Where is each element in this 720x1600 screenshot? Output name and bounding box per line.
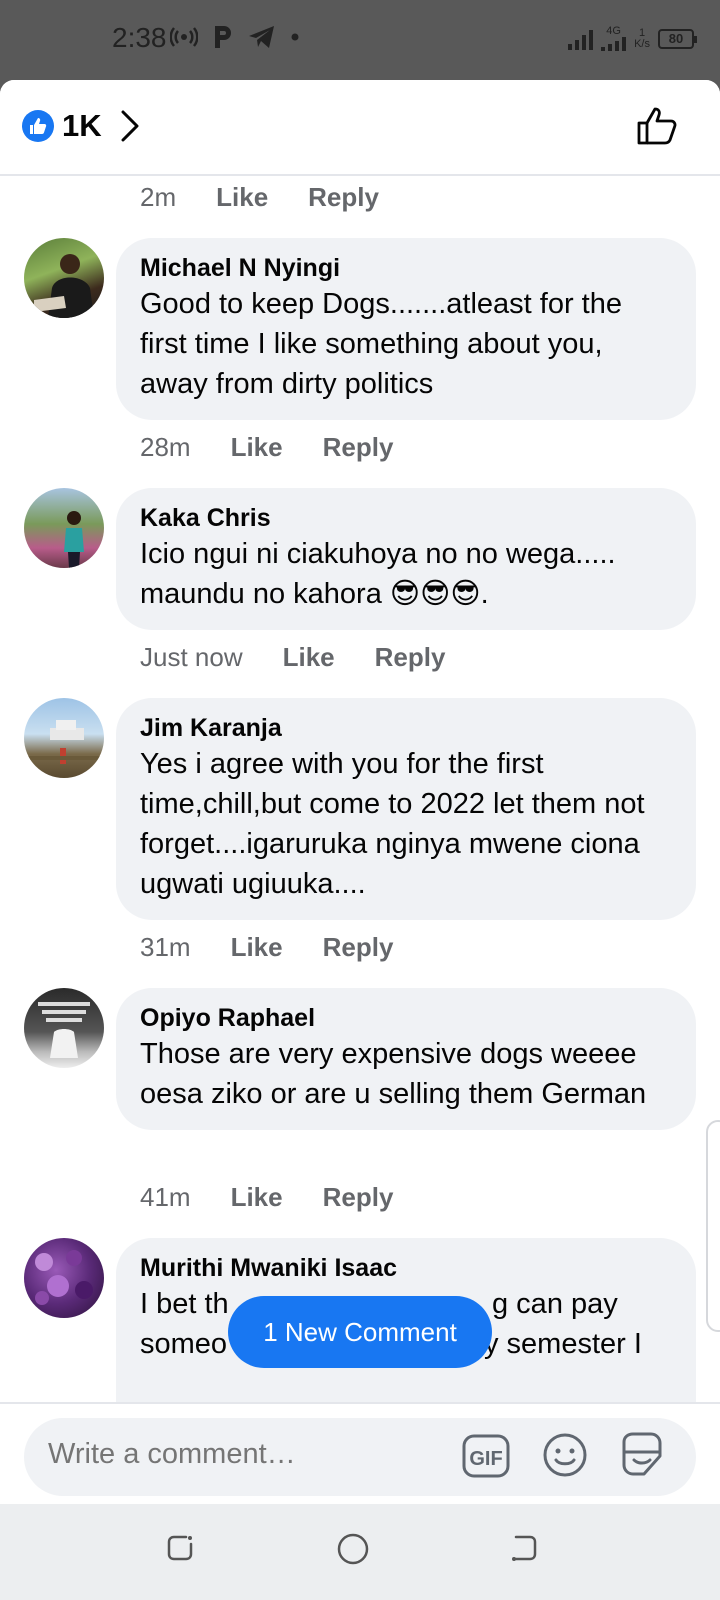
recent-apps-icon[interactable] (164, 1532, 196, 1564)
status-bar: 2:38 4G 1 K/s 80 (0, 0, 720, 80)
gif-button[interactable]: GIF (462, 1434, 510, 1483)
comment-time: 41m (140, 1182, 191, 1212)
like-button[interactable]: Like (231, 432, 283, 463)
like-button[interactable]: Like (216, 182, 268, 213)
status-time: 2:38 (112, 22, 167, 53)
like-button[interactable]: Like (231, 932, 283, 963)
data-rate-value: 1 (638, 26, 646, 39)
comment-text-fragment: I bet th (140, 1288, 229, 1320)
like-post-button[interactable] (636, 106, 678, 146)
comment-actions: 2m Like Reply (140, 182, 379, 213)
battery-icon: 80 (658, 28, 697, 49)
comment-time: 28m (140, 432, 191, 462)
avatar[interactable] (24, 238, 104, 318)
comment-time: Just now (140, 642, 243, 672)
like-button[interactable]: Like (231, 1182, 283, 1213)
signal-4g-icon: 4G (601, 25, 627, 51)
comment-actions: 41m Like Reply (140, 1182, 393, 1213)
avatar[interactable] (24, 698, 104, 778)
data-rate: 1 K/s (634, 26, 650, 50)
like-reaction-icon[interactable] (22, 110, 54, 142)
comment-bubble[interactable]: Opiyo Raphael Those are very expensive d… (116, 988, 696, 1130)
status-notification-icons (170, 24, 300, 50)
comment-text-fragment: g can pay (492, 1288, 618, 1320)
sticker-button[interactable] (618, 1430, 666, 1483)
comment-composer: GIF (0, 1402, 720, 1504)
more-notifications-dot-icon (291, 33, 299, 41)
data-rate-unit: K/s (634, 37, 650, 50)
sticker-icon (622, 1432, 662, 1476)
comment-text-fragment: someo (140, 1328, 228, 1360)
avatar[interactable] (24, 988, 104, 1068)
avatar[interactable] (24, 1238, 104, 1318)
comment-text: Yes i agree with you for the first time,… (140, 748, 645, 900)
reply-button[interactable]: Reply (323, 1182, 394, 1213)
comment-author[interactable]: Jim Karanja (140, 712, 672, 744)
reactions-header: 1K (0, 80, 720, 176)
reply-button[interactable]: Reply (375, 642, 446, 673)
gif-label: GIF (469, 1448, 502, 1470)
smiley-icon (543, 1433, 587, 1477)
reply-button[interactable]: Reply (323, 432, 394, 463)
signal-strength-icon (568, 28, 594, 50)
parking-app-icon (215, 26, 231, 48)
comments-sheet: 1K 2m Like Reply Michael N Nyingi Good t… (0, 80, 720, 1504)
system-navigation-bar (0, 1504, 720, 1600)
comment-actions: Just now Like Reply (140, 642, 445, 673)
comment-author[interactable]: Kaka Chris (140, 502, 672, 534)
comment-time: 2m (140, 182, 177, 212)
home-icon[interactable] (336, 1532, 370, 1566)
comment-author[interactable]: Murithi Mwaniki Isaac (140, 1252, 672, 1284)
status-right-icons: 4G 1 K/s 80 (568, 25, 697, 51)
comments-list: 2m Like Reply Michael N Nyingi Good to k… (0, 176, 720, 1482)
comment-bubble[interactable]: Kaka Chris Icio ngui ni ciakuhoya no no … (116, 488, 696, 630)
comment-text: Those are very expensive dogs weeee oesa… (140, 1038, 647, 1110)
comment-text-fragment: y semester I (484, 1328, 642, 1360)
telegram-icon (249, 26, 274, 48)
comment-actions: 28m Like Reply (140, 432, 393, 463)
gif-icon: GIF (462, 1434, 510, 1478)
comment-author[interactable]: Michael N Nyingi (140, 252, 672, 284)
chevron-right-icon[interactable] (120, 110, 140, 142)
emoji-button[interactable] (542, 1432, 588, 1483)
reaction-count[interactable]: 1K (62, 108, 102, 144)
comment-text: Icio ngui ni ciakuhoya no no wega..... m… (140, 538, 616, 610)
composer-box: GIF (24, 1418, 696, 1496)
comment-bubble[interactable]: Michael N Nyingi Good to keep Dogs......… (116, 238, 696, 420)
comment-text: Good to keep Dogs.......atleast for the … (140, 288, 622, 400)
reply-button[interactable]: Reply (323, 932, 394, 963)
comment-input[interactable] (48, 1438, 448, 1471)
network-type-label: 4G (606, 25, 621, 37)
new-comment-button[interactable]: 1 New Comment (228, 1296, 492, 1368)
like-button[interactable]: Like (283, 642, 335, 673)
scroll-handle[interactable] (706, 1120, 720, 1332)
hotspot-icon (170, 27, 198, 47)
back-icon[interactable] (508, 1532, 540, 1564)
comment-author[interactable]: Opiyo Raphael (140, 1002, 672, 1034)
comment-actions: 31m Like Reply (140, 932, 393, 963)
comment-bubble[interactable]: Jim Karanja Yes i agree with you for the… (116, 698, 696, 920)
comment-time: 31m (140, 932, 191, 962)
avatar[interactable] (24, 488, 104, 568)
reply-button[interactable]: Reply (308, 182, 379, 213)
